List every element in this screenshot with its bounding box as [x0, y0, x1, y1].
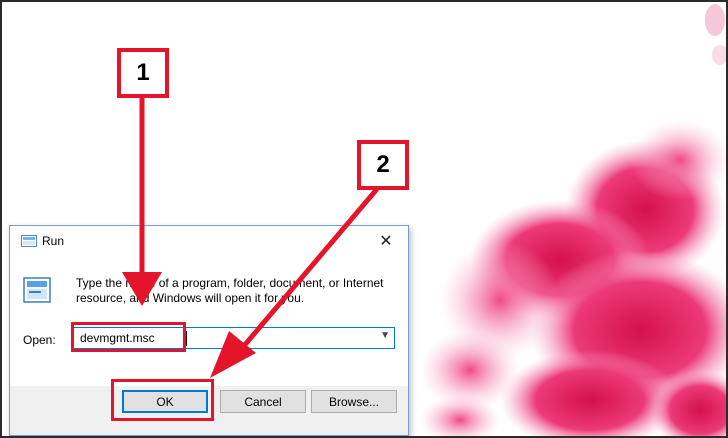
open-label: Open: — [23, 333, 56, 347]
close-icon: ✕ — [379, 233, 393, 250]
step-1-callout: 1 — [117, 48, 169, 98]
run-dialog: Run ✕ Type the name of a program, folder… — [9, 225, 409, 436]
chevron-down-icon[interactable]: ▼ — [380, 330, 390, 341]
dialog-description: Type the name of a program, folder, docu… — [76, 276, 384, 305]
dialog-title: Run — [42, 234, 65, 248]
ok-button[interactable]: OK — [122, 390, 208, 413]
dialog-content: Type the name of a program, folder, docu… — [10, 256, 408, 386]
run-icon — [21, 235, 37, 247]
text-caret — [186, 331, 187, 346]
close-button[interactable]: ✕ — [364, 226, 408, 256]
cancel-button[interactable]: Cancel — [220, 390, 306, 413]
open-input[interactable]: devmgmt.msc ▼ — [72, 327, 395, 349]
step-2-callout: 2 — [357, 140, 409, 190]
run-icon — [23, 277, 51, 303]
browse-button[interactable]: Browse... — [311, 390, 397, 413]
open-input-value[interactable]: devmgmt.msc — [80, 331, 155, 345]
dialog-titlebar[interactable]: Run ✕ — [10, 226, 408, 256]
